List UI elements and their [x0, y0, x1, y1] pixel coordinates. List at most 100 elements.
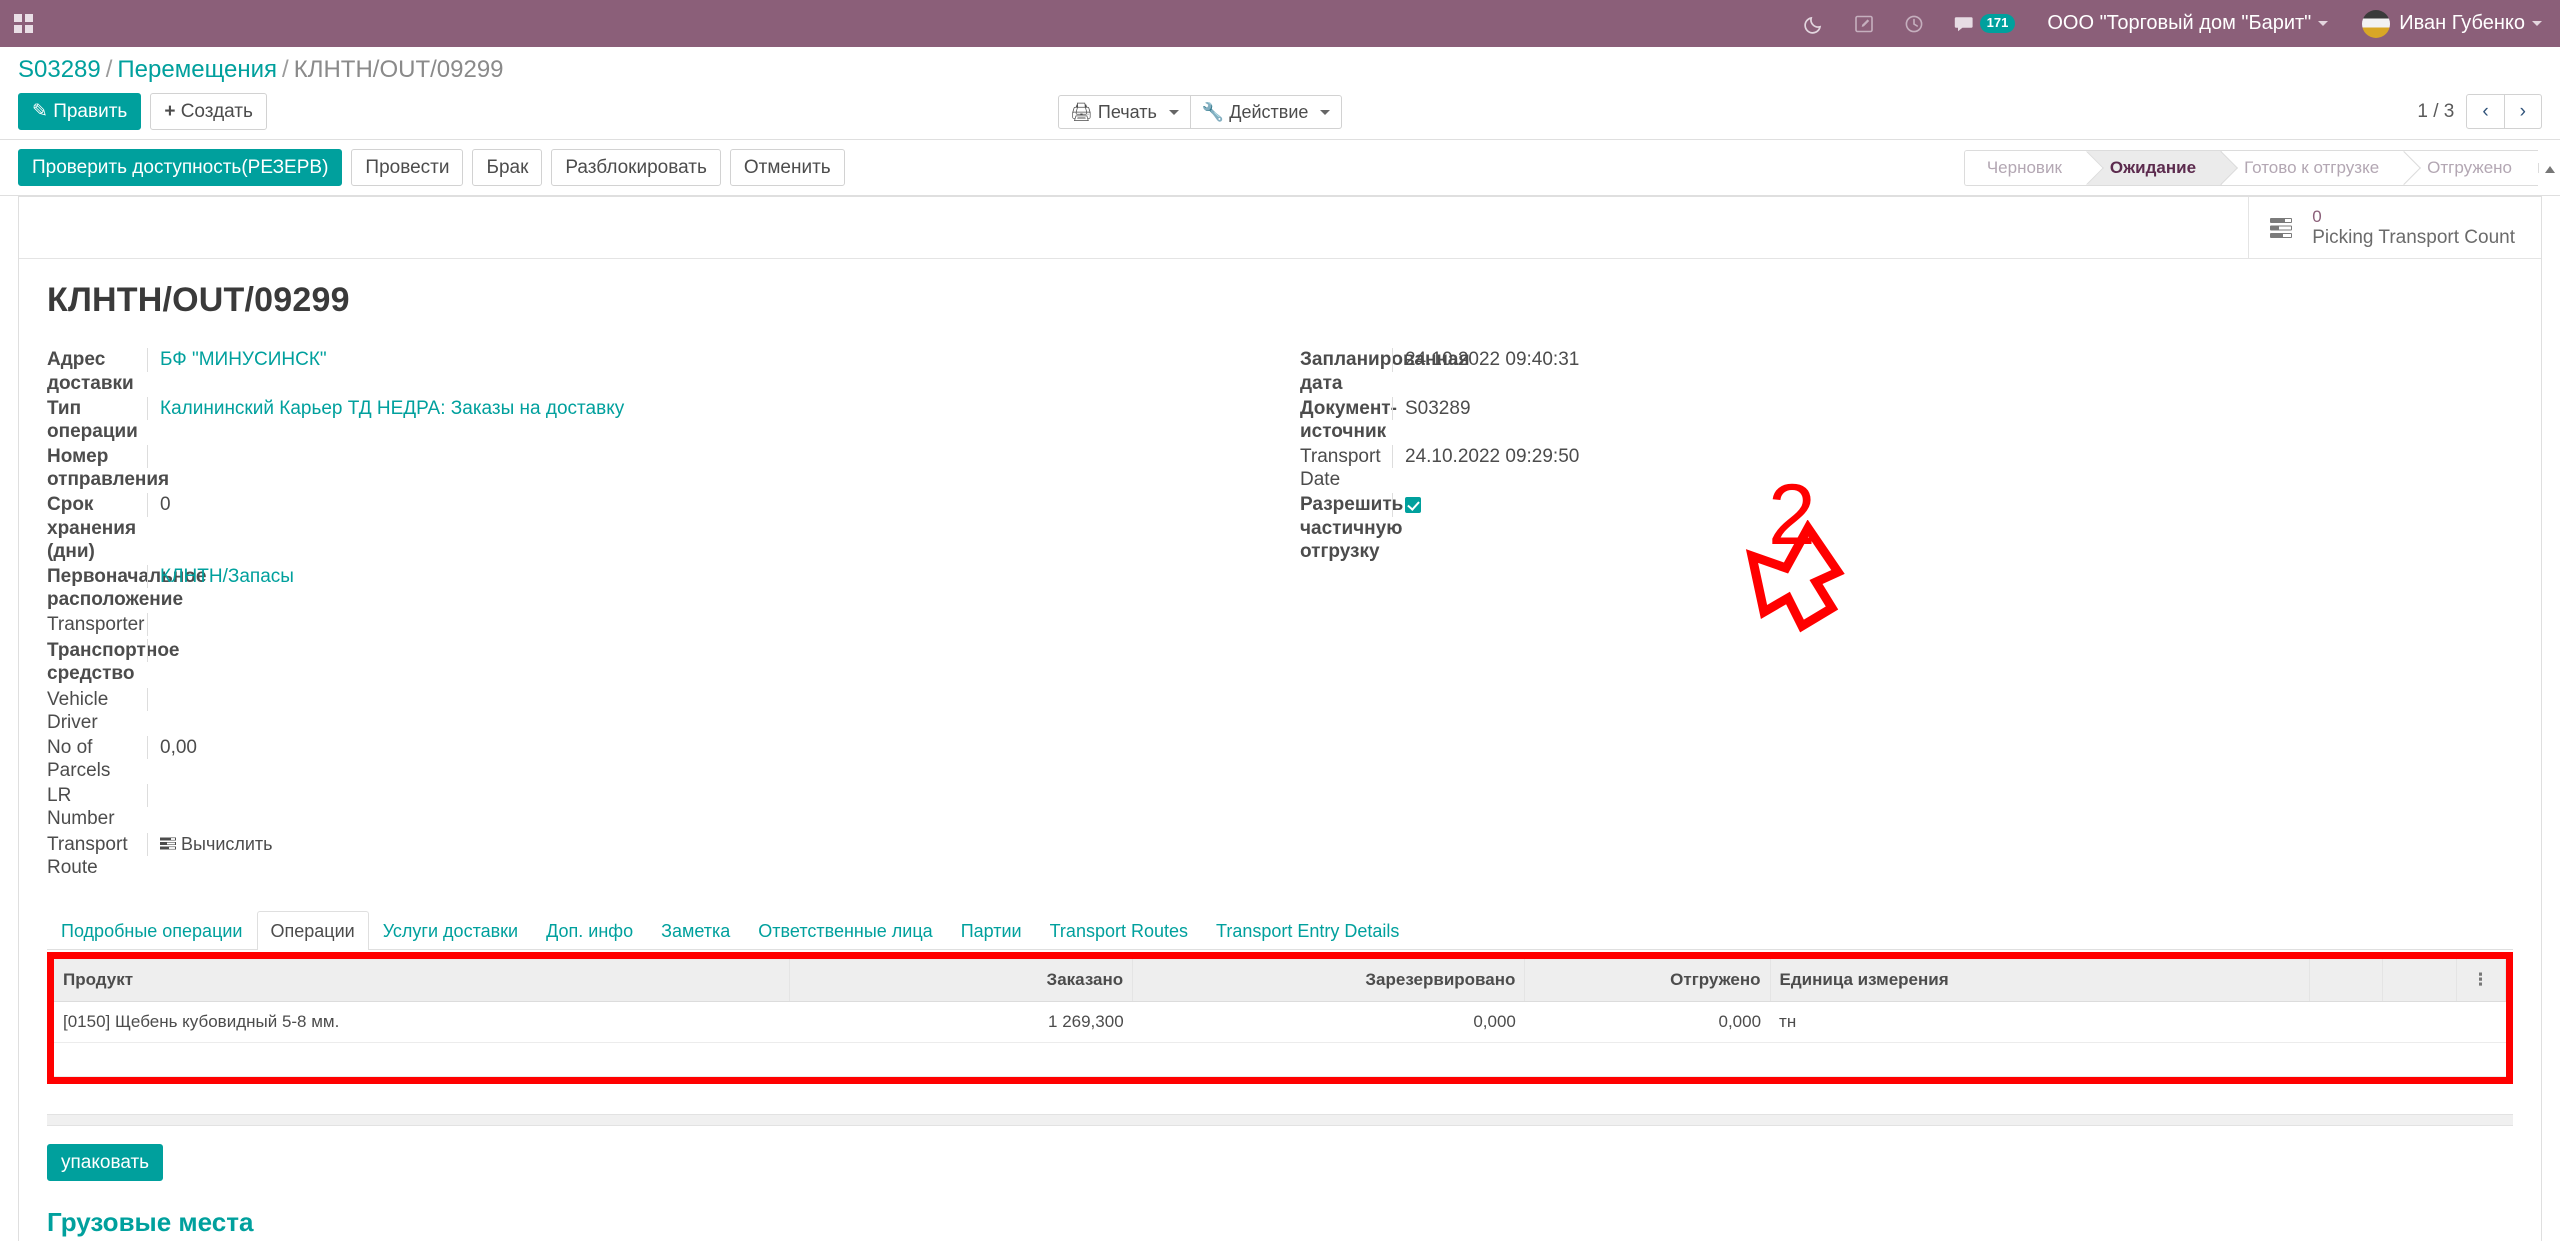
column-header-done[interactable]: Отгружено [1524, 959, 1771, 1002]
field-value[interactable] [147, 784, 1280, 808]
dark-mode-moon-icon[interactable] [1803, 13, 1825, 35]
field-label: LR Number [47, 785, 115, 830]
chevron-down-icon [1168, 110, 1179, 116]
cell-product[interactable]: [0150] Щебень кубовидный 5-8 мм. [54, 1001, 790, 1043]
field-label: Транспортное средство [47, 640, 180, 685]
company-switcher[interactable]: ООО "Торговый дом "Барит" [2047, 12, 2329, 35]
field-label: Transporter [47, 614, 145, 636]
field-value[interactable]: БФ "МИНУСИНСК" [147, 348, 1280, 372]
field-value[interactable]: 0,00 [147, 735, 1280, 760]
check-availability-button[interactable]: Проверить доступность(РЕЗЕРВ) [18, 149, 343, 186]
cell-uom[interactable]: тн [1770, 1001, 2310, 1043]
form-sheet: 0 Picking Transport Count КЛНТН/OUT/0929… [18, 196, 2542, 1241]
tab-responsible-persons[interactable]: Ответственные лица [744, 911, 946, 950]
field-value[interactable] [147, 687, 1280, 711]
operations-table-head: Продукт Заказано Зарезервировано Отгруже… [54, 959, 2507, 1002]
unlock-button[interactable]: Разблокировать [551, 149, 721, 186]
breadcrumb-item-parent[interactable]: Перемещения [117, 56, 277, 83]
scrollbar-up-arrow[interactable] [2538, 162, 2560, 173]
notebook-tabs: Подробные операции Операции Услуги доста… [47, 911, 2513, 950]
field-shipment-number: Номер отправления [47, 445, 1280, 491]
page-title: КЛНТН/OUT/09299 [47, 281, 350, 320]
field-vehicle-driver: Vehicle Driver [47, 687, 1280, 734]
operations-table-highlight: Продукт Заказано Зарезервировано Отгруже… [47, 952, 2513, 1084]
activity-clock-icon[interactable] [1903, 13, 1925, 35]
pager-previous-button[interactable]: ‹ [2466, 94, 2505, 129]
field-transport-route: Transport Route Вычислить [47, 832, 1280, 879]
user-menu[interactable]: Иван Губенко [2362, 9, 2542, 38]
cell-options [2456, 1001, 2506, 1043]
field-label: Номер отправления [47, 446, 170, 491]
tab-transport-routes[interactable]: Transport Routes [1036, 911, 1202, 950]
field-transport-date: Transport Date 24.10.2022 09:29:50 [1300, 445, 2513, 491]
tab-additional-info[interactable]: Доп. инфо [532, 911, 647, 950]
field-value[interactable]: 24.10.2022 09:40:31 [1392, 348, 2513, 372]
field-value[interactable] [147, 613, 1280, 637]
compute-transport-route-button[interactable]: Вычислить [160, 834, 273, 856]
apps-grid-dot [25, 14, 33, 22]
field-label: No of Parcels [47, 736, 111, 782]
status-draft[interactable]: Черновик [1964, 150, 2088, 185]
field-label: Запланированная дата [1300, 349, 1470, 394]
tab-transport-entry-details[interactable]: Transport Entry Details [1202, 911, 1413, 950]
status-waiting[interactable]: Ожидание [2087, 150, 2223, 185]
column-header-uom[interactable]: Единица измерения [1770, 959, 2310, 1002]
column-header-spacer-2 [2382, 959, 2457, 1002]
status-done[interactable]: Отгружено [2405, 150, 2538, 185]
cargo-places-title: Грузовые места [47, 1207, 254, 1237]
field-allow-partial-shipment: Разрешить частичную отгрузку [1300, 493, 2513, 563]
pack-button[interactable]: упаковать [47, 1144, 164, 1181]
breadcrumb-item-root[interactable]: S03289 [18, 56, 101, 83]
form-body: КЛНТН/OUT/09299 Адрес доставки БФ "МИНУС… [19, 259, 2541, 1241]
field-value[interactable]: КЛНТН/Запасы [147, 564, 1280, 589]
cell-done[interactable]: 0,000 [1524, 1001, 1771, 1043]
status-ready[interactable]: Готово к отгрузке [2222, 150, 2406, 185]
statusbar-row: Проверить доступность(РЕЗЕРВ) Провести Б… [0, 140, 2560, 196]
column-header-ordered[interactable]: Заказано [789, 959, 1134, 1002]
tab-operations[interactable]: Операции [256, 911, 369, 950]
validate-button[interactable]: Провести [351, 149, 464, 186]
field-label: Transport Date [1300, 446, 1381, 491]
form-sheet-wrapper: 0 Picking Transport Count КЛНТН/OUT/0929… [0, 196, 2560, 1241]
field-lr-number: LR Number [47, 784, 1280, 830]
table-header-row: Продукт Заказано Зарезервировано Отгруже… [54, 959, 2507, 1002]
field-value[interactable]: 24.10.2022 09:29:50 [1392, 445, 2513, 469]
field-value[interactable]: S03289 [1392, 396, 2513, 420]
field-value[interactable]: 0 [147, 493, 1280, 517]
tab-detailed-operations[interactable]: Подробные операции [47, 911, 257, 950]
column-header-product[interactable]: Продукт [54, 959, 790, 1002]
field-scheduled-date: Запланированная дата 24.10.2022 09:40:31 [1300, 348, 2513, 394]
cancel-button[interactable]: Отменить [729, 149, 845, 186]
edit-button[interactable]: ✎ Править [18, 93, 142, 130]
list-lines-icon [2269, 216, 2299, 240]
action-dropdown-button[interactable]: 🔧 Действие [1190, 94, 1343, 129]
table-row[interactable]: [0150] Щебень кубовидный 5-8 мм. 1 269,3… [54, 1001, 2506, 1043]
scrap-button[interactable]: Брак [472, 149, 543, 186]
picking-transport-count-button[interactable]: 0 Picking Transport Count [2248, 197, 2541, 259]
section-divider [47, 1114, 2513, 1126]
column-header-reserved[interactable]: Зарезервировано [1132, 959, 1526, 1002]
cell-reserved[interactable]: 0,000 [1132, 1001, 1525, 1043]
apps-menu-icon[interactable] [14, 14, 33, 33]
tab-lots[interactable]: Партии [947, 911, 1036, 950]
control-panel: S03289/Перемещения / КЛНТН/OUT/09299 ✎ Пра… [0, 47, 2560, 140]
tab-delivery-services[interactable]: Услуги доставки [369, 911, 532, 950]
field-value[interactable]: Калининский Карьер ТД НЕДРА: Заказы на д… [147, 396, 1280, 420]
optional-columns-toggle[interactable]: ⋮ [2456, 959, 2507, 1002]
field-value[interactable] [147, 445, 1280, 469]
pager-next-button[interactable]: › [2504, 94, 2542, 129]
field-no-of-parcels: No of Parcels 0,00 [47, 735, 1280, 782]
field-label: Разрешить частичную отгрузку [1300, 494, 1404, 562]
plus-icon: + [164, 101, 176, 122]
tab-note[interactable]: Заметка [647, 911, 744, 950]
messages-chat-icon[interactable]: 171 [1953, 13, 2016, 35]
allow-partial-shipment-checkbox[interactable] [1405, 497, 1421, 514]
create-button[interactable]: + Создать [150, 93, 267, 130]
cell-ordered[interactable]: 1 269,300 [789, 1001, 1133, 1043]
breadcrumb-separator: / [282, 56, 289, 83]
compose-note-icon[interactable] [1853, 13, 1875, 35]
apps-grid-dot [25, 25, 33, 33]
field-value[interactable] [147, 639, 1280, 663]
print-dropdown-button[interactable]: 🖨 Печать [1058, 94, 1191, 129]
record-action-buttons: ✎ Править + Создать [18, 93, 267, 130]
